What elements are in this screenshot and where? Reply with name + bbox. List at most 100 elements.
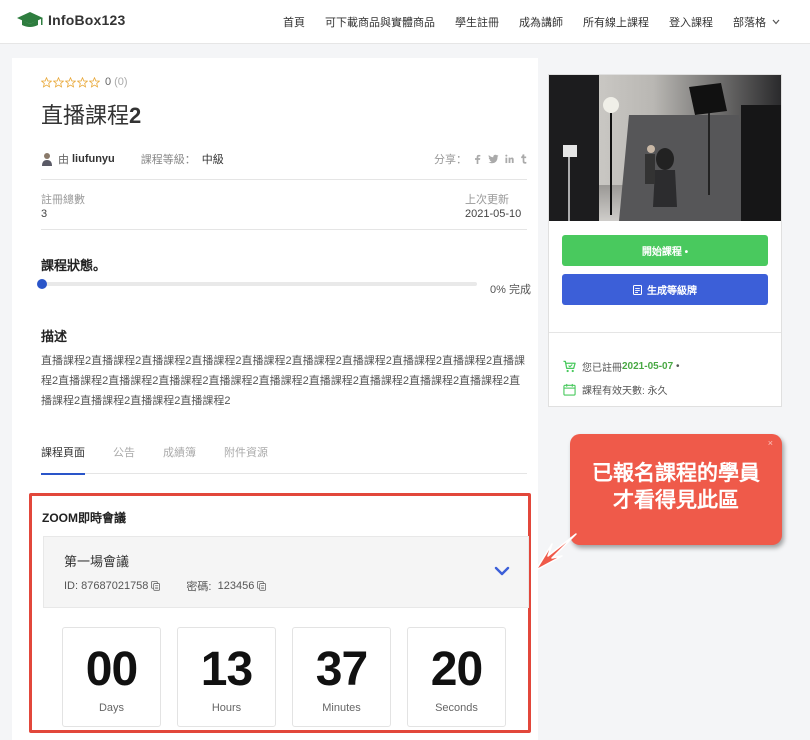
star-empty-icon — [77, 76, 88, 88]
nav-products[interactable]: 可下載商品與實體商品 — [325, 14, 435, 30]
generate-certificate-label: 生成等級牌 — [647, 286, 697, 297]
rating-count: (0) — [114, 76, 128, 88]
twitter-icon[interactable] — [488, 154, 499, 164]
enrollment-suffix: • — [675, 361, 680, 372]
cart-icon — [563, 360, 576, 373]
enrolled-label: 註冊總數 — [41, 194, 85, 206]
calendar-icon — [563, 383, 576, 396]
course-title-text: 直播課程 — [41, 103, 130, 128]
meeting-id-value: 87687021758 — [81, 580, 149, 592]
star-empty-icon — [65, 76, 76, 88]
star-empty-icon — [89, 76, 100, 88]
countdown-days-value: 00 — [85, 643, 138, 696]
rating-score: 0 — [105, 76, 112, 88]
meeting-password-label: 密碼: — [186, 581, 212, 593]
main-nav: 首頁 可下載商品與實體商品 學生註冊 成為講師 所有線上課程 登入課程 部落格 — [283, 0, 780, 44]
zoom-section-title: ZOOM即時會議 — [42, 511, 126, 525]
countdown-minutes-label: Minutes — [322, 702, 361, 714]
meeting-name: 第一場會議 — [64, 554, 130, 569]
countdown-seconds: 20 Seconds — [407, 627, 506, 727]
course-meta: 由 liufunyu 課程等級： 中級 分享： — [41, 151, 527, 167]
chevron-down-icon[interactable] — [494, 566, 510, 576]
progress-indicator — [37, 279, 47, 289]
countdown-seconds-label: Seconds — [435, 702, 478, 714]
nav-login[interactable]: 登入課程 — [669, 14, 713, 30]
facebook-icon[interactable] — [473, 154, 482, 164]
top-header: InfoBox123 首頁 可下載商品與實體商品 學生註冊 成為講師 所有線上課… — [0, 0, 810, 44]
countdown-hours: 13 Hours — [177, 627, 276, 727]
countdown-days-label: Days — [98, 702, 125, 714]
course-sidebar: 開始課程 • 生成等級牌 您已註冊 2021-05-07 • 課程有效天數: 永久 — [548, 74, 782, 407]
share-bar: 分享： — [434, 151, 527, 167]
validity-info: 課程有效天數: 永久 — [563, 382, 668, 397]
tab-attachments[interactable]: 附件資源 — [224, 444, 268, 474]
countdown-minutes-value: 37 — [315, 643, 368, 696]
certificate-icon — [633, 284, 642, 295]
copy-icon[interactable] — [257, 581, 267, 591]
nav-blog-label: 部落格 — [733, 17, 766, 29]
sidebar-divider — [549, 332, 781, 333]
course-thumbnail — [549, 75, 781, 221]
tab-course-page[interactable]: 課程頁面 — [41, 444, 85, 475]
nav-register[interactable]: 學生註冊 — [455, 14, 499, 30]
countdown-hours-value: 13 — [200, 643, 253, 696]
meta-divider — [41, 179, 527, 180]
nav-become-instructor[interactable]: 成為講師 — [519, 14, 563, 30]
enrolled-value: 3 — [41, 208, 48, 220]
stats-divider — [41, 229, 527, 230]
share-label: 分享： — [434, 154, 467, 166]
countdown-seconds-value: 20 — [430, 643, 483, 696]
course-title-number: 2 — [129, 103, 142, 128]
enrollment-prefix: 您已註冊 — [582, 363, 622, 374]
annotation-callout: × 已報名課程的學員才看得見此區 — [570, 434, 782, 545]
tab-gradebook[interactable]: 成績簿 — [163, 444, 196, 474]
callout-text: 已報名課程的學員才看得見此區 — [592, 462, 760, 512]
nav-blog[interactable]: 部落格 — [733, 14, 780, 30]
linkedin-icon[interactable] — [505, 154, 514, 164]
countdown-days: 00 Days — [62, 627, 161, 727]
countdown-timer: 00 Days 13 Hours 37 Minutes 20 Seconds — [62, 627, 522, 727]
progress-bar — [37, 279, 477, 289]
enrollment-info: 您已註冊 2021-05-07 • — [563, 359, 679, 374]
avatar — [42, 153, 52, 166]
star-empty-icon — [41, 76, 52, 88]
site-logo[interactable]: InfoBox123 — [16, 10, 125, 30]
level-label: 課程等級： — [140, 154, 196, 166]
meeting-id-label: ID: — [64, 580, 79, 592]
course-tabs: 課程頁面 公告 成績簿 附件資源 — [41, 444, 527, 475]
start-course-button[interactable]: 開始課程 • — [562, 235, 768, 266]
validity-text: 課程有效天數: 永久 — [582, 386, 668, 397]
description-heading: 描述 — [41, 329, 68, 344]
close-icon[interactable]: × — [768, 438, 773, 448]
updated-value: 2021-05-10 — [465, 208, 522, 220]
callout-arrow-icon — [535, 533, 577, 571]
rating-value: 0 (0) — [105, 76, 128, 88]
graduation-cap-icon — [17, 12, 43, 27]
course-title: 直播課程2 — [41, 98, 141, 130]
generate-certificate-button[interactable]: 生成等級牌 — [562, 274, 768, 305]
logo-text: InfoBox123 — [48, 12, 126, 28]
copy-icon[interactable] — [151, 581, 161, 591]
chevron-down-icon — [772, 19, 780, 25]
star-empty-icon — [53, 76, 64, 88]
zoom-meeting-section: ZOOM即時會議 第一場會議 ID: 87687021758 密碼: 12345… — [29, 493, 531, 733]
level-value: 中級 — [201, 154, 224, 166]
author-link[interactable]: liufunyu — [72, 153, 115, 165]
photo-studio-image — [549, 75, 781, 221]
nav-all-courses[interactable]: 所有線上課程 — [583, 14, 649, 30]
by-label: 由 — [58, 154, 69, 166]
course-description: 直播課程2直播課程2直播課程2直播課程2直播課程2直播課程2直播課程2直播課程2… — [41, 355, 526, 407]
nav-home[interactable]: 首頁 — [283, 14, 305, 30]
tumblr-icon[interactable] — [520, 154, 527, 164]
progress-text: 0% 完成 — [490, 284, 531, 296]
meeting-password-value: 123456 — [217, 580, 255, 592]
updated-label: 上次更新 — [465, 194, 509, 206]
meeting-card[interactable]: 第一場會議 ID: 87687021758 密碼: 123456 — [43, 536, 529, 608]
enrollment-date: 2021-05-07 — [622, 361, 674, 372]
countdown-hours-label: Hours — [211, 702, 242, 714]
course-status-heading: 課程狀態。 — [41, 258, 107, 273]
course-rating: 0 (0) — [41, 76, 128, 88]
countdown-minutes: 37 Minutes — [292, 627, 391, 727]
tab-announcements[interactable]: 公告 — [113, 444, 135, 474]
meeting-credentials: ID: 87687021758 密碼: 123456 — [64, 578, 267, 594]
